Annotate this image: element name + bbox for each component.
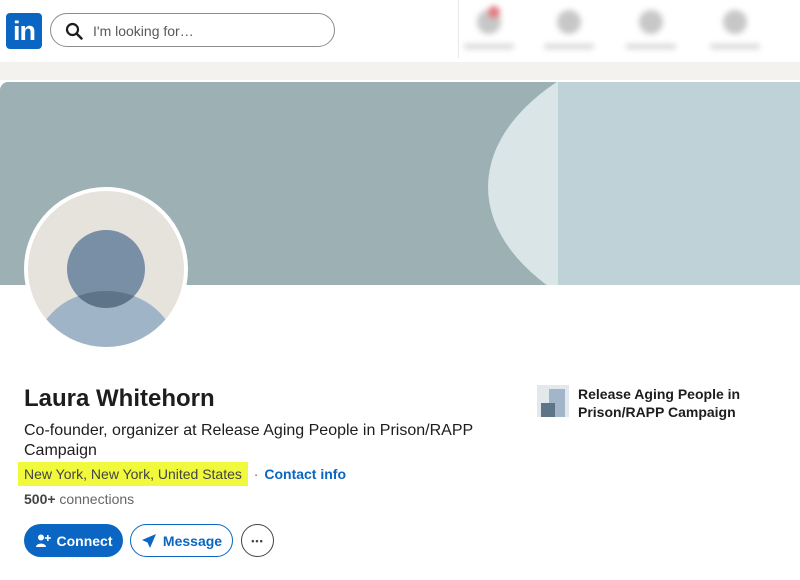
top-navigation-bar: in xyxy=(0,0,800,62)
message-button-label: Message xyxy=(162,532,223,549)
nav-item-notifications[interactable] xyxy=(454,4,524,58)
location-row: New York, New York, United States · Cont… xyxy=(18,462,346,486)
nav-item-messaging[interactable] xyxy=(700,4,770,58)
more-actions-button[interactable]: ••• xyxy=(241,524,274,557)
nav-item-network[interactable] xyxy=(534,4,604,58)
search-input[interactable] xyxy=(91,20,325,42)
nav-item-label-blurred xyxy=(710,44,760,49)
organization-name: Release Aging People in Prison/RAPP Camp… xyxy=(578,386,741,420)
nav-item-label-blurred xyxy=(544,44,594,49)
connect-button[interactable]: Connect xyxy=(24,524,123,557)
messaging-icon xyxy=(723,10,747,34)
connect-button-label: Connect xyxy=(56,532,113,549)
nav-item-label-blurred xyxy=(464,44,514,49)
page-background-gap xyxy=(0,62,800,80)
search-bar[interactable] xyxy=(50,13,335,47)
banner-block-shape xyxy=(558,82,800,285)
location-separator: · xyxy=(253,466,259,482)
send-icon xyxy=(141,533,156,548)
connections-label: connections xyxy=(55,491,135,507)
search-icon xyxy=(65,22,83,40)
network-icon xyxy=(557,10,581,34)
profile-avatar[interactable] xyxy=(24,187,188,351)
connections-number: 500+ xyxy=(24,491,56,507)
current-organization[interactable]: Release Aging People in Prison/RAPP Camp… xyxy=(537,385,777,425)
message-button[interactable]: Message xyxy=(130,524,233,557)
profile-name: Laura Whitehorn xyxy=(24,385,215,412)
profile-headline: Co-founder, organizer at Release Aging P… xyxy=(24,422,473,459)
linkedin-logo[interactable]: in xyxy=(6,13,42,49)
contact-info-link[interactable]: Contact info xyxy=(264,466,346,482)
more-icon: ••• xyxy=(251,535,264,546)
connections-count[interactable]: 500+ connections xyxy=(24,491,134,507)
notification-badge xyxy=(488,6,500,18)
add-person-icon xyxy=(35,534,51,547)
avatar-shading xyxy=(67,230,145,308)
briefcase-icon xyxy=(639,10,663,34)
organization-logo xyxy=(537,385,569,417)
nav-item-jobs[interactable] xyxy=(616,4,686,58)
nav-item-label-blurred xyxy=(626,44,676,49)
profile-location: New York, New York, United States xyxy=(18,462,248,486)
